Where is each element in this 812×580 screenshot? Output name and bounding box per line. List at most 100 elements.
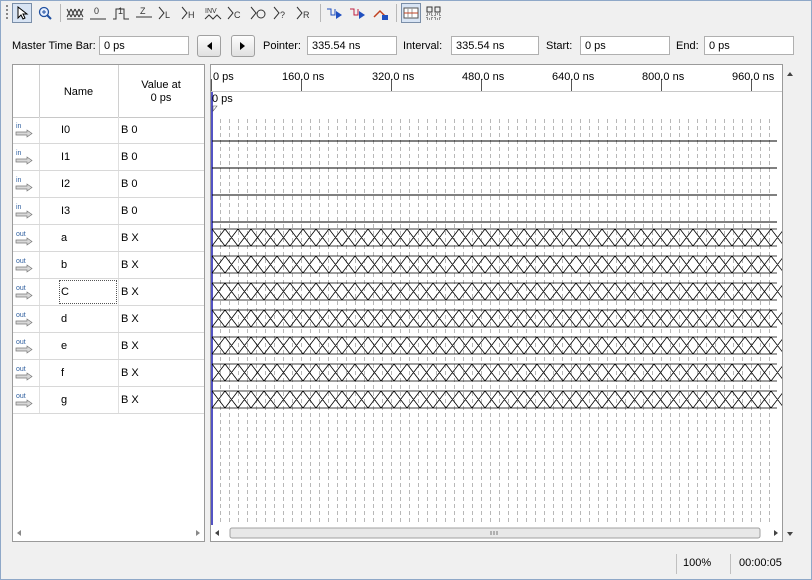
svg-text:out: out <box>16 231 26 238</box>
time-tick-label: 480.0 ns <box>462 71 505 83</box>
status-divider <box>676 554 677 574</box>
signal-row[interactable]: out d B X <box>13 306 204 333</box>
output-pin-icon: out <box>15 285 33 300</box>
signal-name: I0 <box>61 124 71 136</box>
generate-netlist-icon[interactable] <box>371 3 391 23</box>
signal-value: B X <box>121 394 139 406</box>
signal-row[interactable]: out f B X <box>13 360 204 387</box>
signal-name: g <box>61 394 68 406</box>
name-column-header[interactable]: Name <box>40 86 117 98</box>
signal-value: B X <box>121 367 139 379</box>
start-field[interactable]: 0 ps <box>580 36 670 55</box>
signal-row[interactable]: in I3 B 0 <box>13 198 204 225</box>
input-pin-icon: in <box>15 177 33 192</box>
force-unknown-icon[interactable] <box>65 3 85 23</box>
signal-name: I1 <box>61 151 71 163</box>
time-control-bar: Master Time Bar: 0 ps Pointer: 335.54 ns… <box>0 34 812 58</box>
svg-text:0: 0 <box>94 6 99 16</box>
value-column-header-line1: Value at <box>141 79 181 91</box>
grid-snap-icon[interactable] <box>401 3 421 23</box>
group-icon[interactable] <box>424 3 444 23</box>
signal-list-header: Name Value at 0 ps <box>13 65 204 118</box>
zoom-level: 100% <box>683 557 712 569</box>
force-weak-low-icon[interactable]: L <box>157 3 177 23</box>
time-tick-label: 160.0 ns <box>282 71 325 83</box>
waveform-unknown <box>211 363 782 382</box>
output-pin-icon: out <box>15 312 33 327</box>
signal-value: B X <box>121 286 139 298</box>
force-dont-care-icon[interactable]: ? <box>272 3 292 23</box>
previous-transition-button[interactable] <box>197 35 221 57</box>
input-pin-icon: in <box>15 204 33 219</box>
input-pin-icon: in <box>15 150 33 165</box>
signal-value: B 0 <box>121 124 138 136</box>
time-tick-label: 800.0 ns <box>642 71 685 83</box>
invert-icon[interactable]: INV <box>203 3 223 23</box>
scroll-down-icon <box>787 532 793 536</box>
force-high-impedance-icon[interactable]: Z <box>134 3 154 23</box>
output-pin-icon: out <box>15 339 33 354</box>
signal-value: B X <box>121 340 139 352</box>
value-column-header[interactable]: Value at 0 ps <box>118 79 204 105</box>
value-column-header-line2: 0 ps <box>150 92 172 104</box>
arrow-left-icon <box>207 42 212 50</box>
signal-row[interactable]: out b B X <box>13 252 204 279</box>
time-ruler[interactable]: 0 ps 160.0 ns 320.0 ns 480.0 ns 640.0 ns 800.… <box>211 65 782 92</box>
signal-list-panel: Name Value at 0 ps in I0 B 0 in I1 B 0 in I2 B 0… <box>12 64 205 542</box>
count-value-icon[interactable]: C <box>226 3 246 23</box>
vertical-scrollbar[interactable] <box>783 64 797 542</box>
force-high-icon[interactable]: 1 <box>111 3 131 23</box>
svg-text:in: in <box>16 150 22 157</box>
toolbar-separator <box>396 4 397 22</box>
waveform-unknown <box>211 228 782 247</box>
horizontal-scrollbar[interactable] <box>211 525 782 541</box>
signal-name: I3 <box>61 205 71 217</box>
input-pin-icon: in <box>15 123 33 138</box>
run-timing-simulation-icon[interactable] <box>348 3 368 23</box>
waveform-unknown <box>211 336 782 355</box>
time-tick-label: 320.0 ns <box>372 71 415 83</box>
end-label: End: <box>676 40 699 52</box>
signal-name: b <box>61 259 68 271</box>
svg-text:out: out <box>16 339 26 346</box>
signal-row[interactable]: in I2 B 0 <box>13 171 204 198</box>
svg-text:out: out <box>16 312 26 319</box>
interval-field[interactable]: 335.54 ns <box>451 36 539 55</box>
pointer-field[interactable]: 335.54 ns <box>307 36 397 55</box>
waveform-panel[interactable]: 0 ps 160.0 ns 320.0 ns 480.0 ns 640.0 ns 800.… <box>210 64 783 542</box>
svg-text:in: in <box>16 123 22 130</box>
time-tick-label: 0 ps <box>213 71 234 83</box>
signal-value: B 0 <box>121 205 138 217</box>
svg-text:?: ? <box>280 10 285 20</box>
next-transition-button[interactable] <box>231 35 255 57</box>
horizontal-scrollbar[interactable] <box>13 525 204 541</box>
svg-text:R: R <box>303 10 310 20</box>
end-field[interactable]: 0 ps <box>704 36 794 55</box>
signal-row[interactable]: out e B X <box>13 333 204 360</box>
output-pin-icon: out <box>15 231 33 246</box>
overwrite-clock-icon[interactable] <box>249 3 269 23</box>
random-values-icon[interactable]: R <box>295 3 315 23</box>
selection-tool-icon[interactable] <box>12 3 32 23</box>
grip-handle[interactable] <box>4 3 10 23</box>
waveform-canvas[interactable] <box>211 65 782 525</box>
signal-name: f <box>61 367 65 379</box>
scroll-up-icon <box>787 72 793 76</box>
force-weak-high-icon[interactable]: H <box>180 3 200 23</box>
svg-text:out: out <box>16 366 26 373</box>
arrow-right-icon <box>240 42 245 50</box>
signal-row[interactable]: in I0 B 0 <box>13 117 204 144</box>
svg-text:in: in <box>16 177 22 184</box>
signal-row[interactable]: out g B X <box>13 387 204 414</box>
svg-text:L: L <box>165 10 170 20</box>
output-pin-icon: out <box>15 258 33 273</box>
zoom-tool-icon[interactable] <box>35 3 55 23</box>
signal-row[interactable]: out a B X <box>13 225 204 252</box>
toolbar: 0 1 Z L H INV C ? R <box>4 2 447 24</box>
run-functional-simulation-icon[interactable] <box>325 3 345 23</box>
signal-row[interactable]: in I1 B 0 <box>13 144 204 171</box>
signal-row[interactable]: out C B X <box>13 279 204 306</box>
master-time-bar-field[interactable]: 0 ps <box>99 36 189 55</box>
force-low-icon[interactable]: 0 <box>88 3 108 23</box>
scroll-right-icon <box>774 530 778 536</box>
